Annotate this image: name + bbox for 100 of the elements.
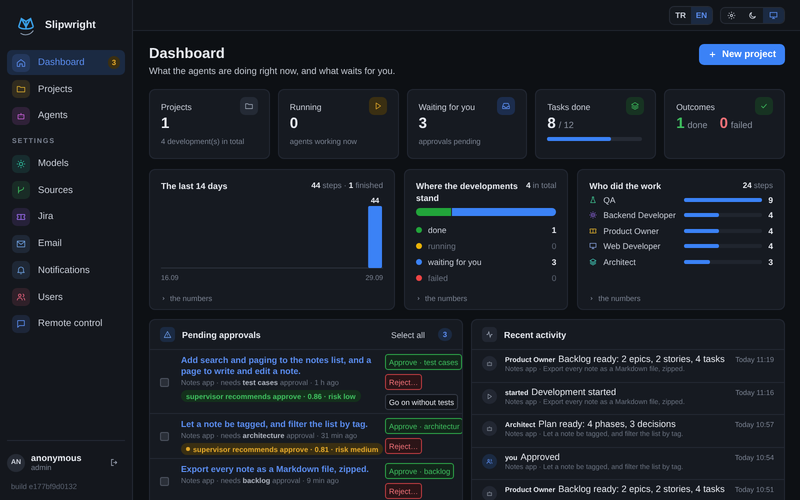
nav-item[interactable]: Models <box>7 151 125 176</box>
checkbox[interactable] <box>160 476 169 486</box>
chart-title: Who did the work <box>589 180 661 192</box>
agent-name: Product Owner <box>603 226 660 236</box>
layers-icon <box>589 258 598 266</box>
agent-name: Architect <box>603 256 637 267</box>
plus-icon <box>708 50 718 59</box>
agent-count: 4 <box>768 241 773 252</box>
nav-item[interactable]: Notifications <box>7 258 125 283</box>
check-icon <box>755 97 773 115</box>
checkbox[interactable] <box>160 378 169 386</box>
layers-icon <box>626 97 644 115</box>
robot-icon <box>12 106 30 125</box>
stat-label: Tasks done <box>547 101 590 112</box>
page-subtitle: What the agents are doing right now, and what waits for you. <box>149 66 396 76</box>
folder-icon <box>12 80 30 98</box>
ticket-icon <box>12 208 30 226</box>
status-label: waiting for you <box>428 257 482 267</box>
monitor-icon <box>769 10 778 20</box>
stat-label: Outcomes <box>676 101 715 112</box>
agent-count: 4 <box>768 210 773 220</box>
activity-message: Development started <box>531 386 616 396</box>
chart-title: Where the developments stand <box>416 180 519 204</box>
approval-title-link[interactable]: Export every note as a Markdown file, zipped. <box>181 464 369 475</box>
robot-icon <box>482 421 497 436</box>
house-icon <box>12 54 30 72</box>
done-count: 1 <box>676 115 685 132</box>
agent-name: QA <box>603 194 616 205</box>
chat-icon <box>12 314 30 333</box>
agent-count: 9 <box>768 194 773 205</box>
select-all-button[interactable]: Select all <box>385 328 431 340</box>
chart-summary: 24 steps <box>742 180 773 192</box>
nav-item[interactable]: Sources <box>7 178 125 203</box>
done-label: done <box>688 120 708 130</box>
logout-icon[interactable] <box>110 458 119 467</box>
checkbox[interactable] <box>160 432 169 441</box>
failed-label: failed <box>730 120 752 130</box>
stat-value: 3 <box>418 115 428 132</box>
chart-summary: 44 steps · 1 finished <box>311 180 384 192</box>
gear-icon <box>12 154 30 173</box>
users-icon <box>12 288 30 306</box>
gear-icon <box>589 211 598 220</box>
user-name: anonymous <box>31 453 83 463</box>
stat-label: Running <box>290 101 322 112</box>
new-project-button[interactable]: New project <box>699 44 785 65</box>
inbox-icon <box>497 97 516 115</box>
branch-icon <box>12 181 30 200</box>
agent-name: Backend Developer <box>603 210 677 220</box>
stat-label: Waiting for you <box>418 101 475 112</box>
caret-icon[interactable] <box>589 296 594 301</box>
nav-item[interactable]: Jira <box>7 204 125 230</box>
panel-title: Recent activity <box>504 330 566 340</box>
stat-value: 1 <box>161 115 170 132</box>
status-count: 1 <box>552 225 556 235</box>
chart-title: The last 14 days <box>161 180 228 192</box>
app-name: Slipwright <box>45 19 96 31</box>
nav-item[interactable]: Email <box>7 231 125 256</box>
panel-title: Pending approvals <box>182 330 261 340</box>
status-count: 0 <box>552 273 556 283</box>
status-label: done <box>428 225 446 235</box>
nav-item[interactable]: Agents <box>7 103 125 128</box>
monitor-icon <box>589 242 598 250</box>
ticket-icon <box>589 226 598 235</box>
play-icon <box>368 97 387 115</box>
robot-icon <box>482 356 497 371</box>
language-option[interactable]: EN <box>690 6 712 24</box>
chart-summary: 4 in total <box>526 180 556 192</box>
activity-message: Backlog ready: 2 epics, 2 stories, 4 tasks <box>558 484 725 494</box>
stat-value: 8 <box>547 115 556 132</box>
activity-message: Approved <box>520 452 560 462</box>
warning-icon <box>160 327 175 342</box>
status-count: 3 <box>552 257 556 267</box>
users-icon <box>482 454 497 468</box>
moon-icon <box>748 10 757 20</box>
approval-title-link[interactable]: Let a note be tagged, and filter the list by tag. <box>181 419 368 430</box>
mail-icon <box>12 234 30 253</box>
nav-item[interactable]: Projects <box>7 76 125 102</box>
agent-count: 3 <box>768 256 773 267</box>
status-label: failed <box>428 273 448 283</box>
caret-icon[interactable] <box>161 296 166 301</box>
stat-value: 0 <box>290 115 300 132</box>
agent-name: Web Developer <box>603 241 662 252</box>
nav-item[interactable]: Remote control <box>7 311 125 336</box>
agent-count: 4 <box>768 226 773 236</box>
activity-message: Plan ready: 4 phases, 3 decisions <box>538 419 676 429</box>
nav-item[interactable]: Users <box>7 284 125 310</box>
folder-icon <box>240 97 258 115</box>
play-icon <box>482 388 497 404</box>
status-count: 0 <box>552 241 556 251</box>
bell-icon <box>12 261 30 280</box>
stat-total: / 12 <box>558 120 574 130</box>
status-label: running <box>428 241 456 251</box>
activity-message: Backlog ready: 2 epics, 2 stories, 4 tasks <box>558 354 725 364</box>
flask-icon <box>589 196 598 204</box>
approval-title-link[interactable]: Add search and paging to the notes list, and a page to write and edit a note. <box>181 355 373 377</box>
pulse-icon <box>482 327 497 342</box>
failed-count: 0 <box>720 115 728 132</box>
page-title: Dashboard <box>149 46 226 62</box>
language-option[interactable]: TR <box>670 6 691 24</box>
caret-icon[interactable] <box>416 296 422 301</box>
